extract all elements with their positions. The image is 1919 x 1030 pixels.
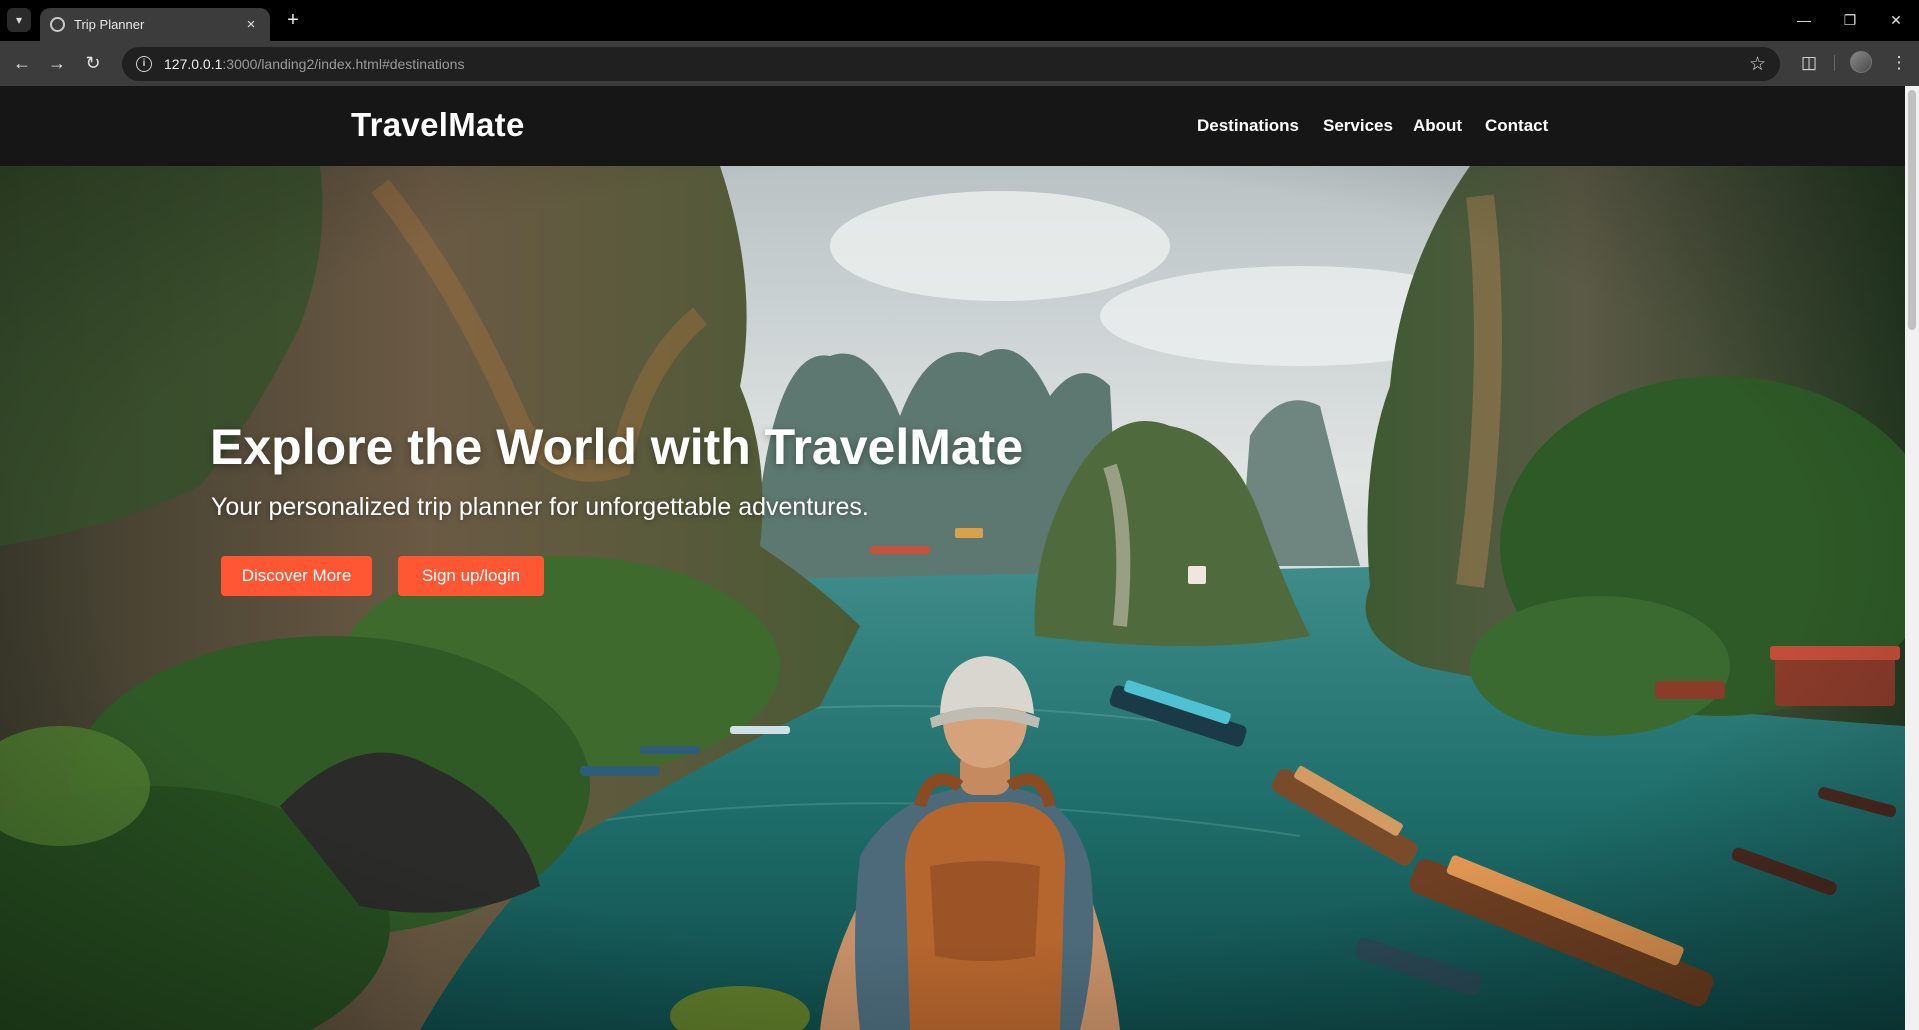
page-viewport: TravelMate Destinations Services About C…	[0, 86, 1905, 1030]
nav-about[interactable]: About	[1413, 116, 1462, 136]
minimize-icon[interactable]: —	[1792, 8, 1816, 32]
toolbar-divider	[1834, 55, 1835, 71]
info-icon[interactable]: i	[136, 56, 152, 72]
scrollbar-thumb[interactable]	[1908, 90, 1916, 330]
globe-icon	[50, 17, 65, 32]
address-bar[interactable]: i 127.0.0.1:3000/landing2/index.html#des…	[122, 47, 1780, 81]
hero-subtitle: Your personalized trip planner for unfor…	[211, 493, 869, 521]
nav-services[interactable]: Services	[1323, 116, 1393, 136]
page-scrollbar[interactable]	[1905, 86, 1919, 1030]
tab-strip: ▾ Trip Planner × + — ❐ ✕	[0, 0, 1919, 41]
tab-trip-planner[interactable]: Trip Planner ×	[40, 8, 270, 41]
back-arrow-icon[interactable]: ←	[9, 50, 35, 76]
forward-arrow-icon[interactable]: →	[44, 50, 70, 76]
avatar[interactable]	[1850, 51, 1872, 73]
close-icon[interactable]: ✕	[1884, 8, 1908, 32]
restore-icon[interactable]: ❐	[1838, 8, 1862, 32]
kebab-menu-icon[interactable]: ⋮	[1887, 51, 1911, 75]
hero-title: Explore the World with TravelMate	[210, 419, 1024, 475]
signup-login-button[interactable]: Sign up/login	[398, 556, 544, 596]
close-icon[interactable]: ×	[242, 16, 260, 33]
tab-title: Trip Planner	[74, 17, 145, 32]
hero-section: Explore the World with TravelMate Your p…	[0, 166, 1905, 1030]
new-tab-button[interactable]: +	[282, 9, 304, 31]
url-host: 127.0.0.1	[164, 56, 223, 72]
chevron-down-icon[interactable]: ▾	[7, 8, 31, 32]
discover-more-button[interactable]: Discover More	[221, 556, 372, 596]
puzzle-icon[interactable]: ◫	[1797, 51, 1821, 75]
browser-toolbar: ← → ↻ i 127.0.0.1:3000/landing2/index.ht…	[0, 41, 1919, 86]
site-logo[interactable]: TravelMate	[351, 106, 525, 144]
reload-icon[interactable]: ↻	[80, 50, 106, 76]
site-header: TravelMate Destinations Services About C…	[0, 86, 1905, 166]
star-icon[interactable]: ☆	[1749, 53, 1766, 76]
hero-background-image	[0, 166, 1905, 1030]
nav-contact[interactable]: Contact	[1485, 116, 1548, 136]
url-path: :3000/landing2/index.html#destinations	[222, 56, 465, 72]
nav-destinations[interactable]: Destinations	[1197, 116, 1299, 136]
